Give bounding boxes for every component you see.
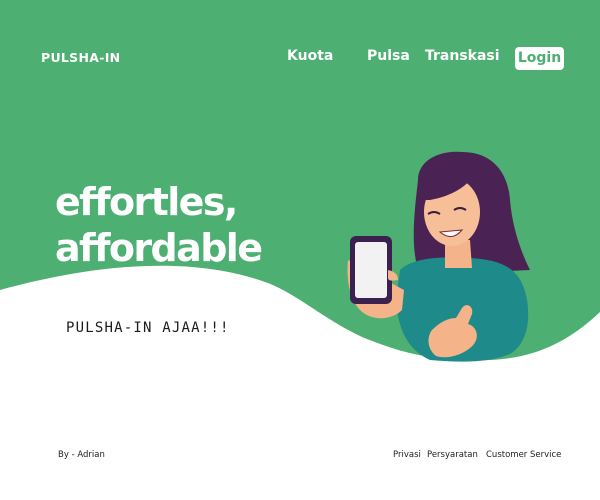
hero-tagline: PULSHA-IN AJAA!!! [66,320,230,336]
phone-screen [355,242,387,298]
footer-link-persyaratan[interactable]: Persyaratan [427,450,478,460]
footer-link-customer-service[interactable]: Customer Service [486,450,561,460]
brand-logo[interactable]: PULSHA-IN [41,50,120,65]
footer-credit: By - Adrian [58,450,105,460]
footer-link-privasi[interactable]: Privasi [393,450,421,460]
hero-headline-line-3: & cepet! [55,272,227,316]
hero-headline-line-1: effortles, [55,180,238,224]
hero-headline-line-2: affordable [55,226,263,270]
nav-pulsa[interactable]: Pulsa [367,48,410,68]
landing-page: PULSHA-IN Kuota Pulsa Transkasi Login ef… [0,0,600,500]
login-button[interactable]: Login [515,47,564,70]
nav-transaksi[interactable]: Transkasi [425,48,500,68]
nav-kuota[interactable]: Kuota [287,48,333,68]
